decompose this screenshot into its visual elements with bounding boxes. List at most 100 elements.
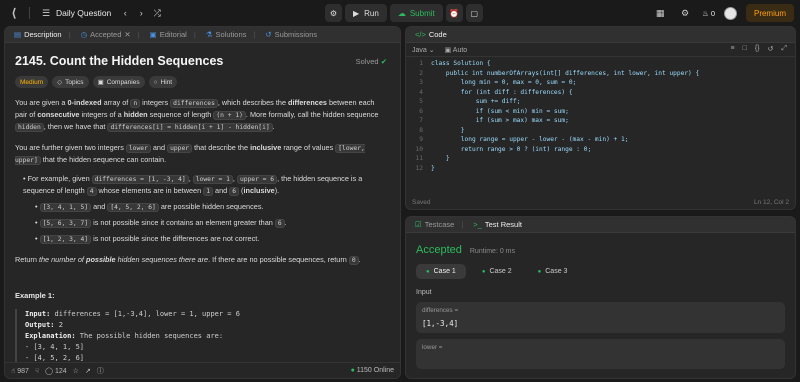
comments-button[interactable]: ◯ 124 [45,367,66,375]
line-number: 2 [419,69,423,77]
code-text: public int numberOfArrays(int[] differen… [431,69,700,77]
solved-status: Solved ✔ [356,57,387,66]
case-tab-2[interactable]: ● Case 2 [472,264,522,279]
topics-chip[interactable]: ◇ Topics [52,76,89,88]
case-tab-3[interactable]: ● Case 3 [528,264,578,279]
line-number: 7 [419,117,423,124]
code-line[interactable]: 12} [406,164,795,174]
braces-icon[interactable]: {} [755,45,760,53]
example-bullets: • For example, given differences = [1, -… [23,173,387,245]
run-controls: ⚙ ▶ Run ☁ Submit ⏰ ▢ [325,4,483,22]
bug-icon: ⚙ [329,8,338,18]
tab-solutions[interactable]: ⚗ Solutions | [201,27,261,43]
leetcode-logo-icon[interactable]: ⟨ [7,6,21,20]
run-button[interactable]: ▶ Run [345,4,387,22]
tab-testcase[interactable]: ☑ Testcase | [410,217,468,233]
reset-icon[interactable]: ↺ [768,45,774,53]
avatar[interactable] [723,6,737,20]
divider [29,7,30,19]
line-number: 3 [419,79,423,86]
like-button[interactable]: ☝ 987 [11,367,29,375]
premium-button[interactable]: Premium [745,4,794,22]
settings-icon[interactable]: ⚙ [677,8,693,19]
divider: | [137,30,140,39]
bookmark-icon[interactable]: □ [743,45,747,53]
next-problem-icon[interactable]: › [133,8,149,18]
code-line[interactable]: 4 for (int diff : differences) { [406,88,795,98]
case-tab-1[interactable]: ● Case 1 [416,264,466,279]
code-line[interactable]: 11 } [406,154,795,164]
tab-label: Test Result [484,220,522,229]
language-select[interactable]: Java ⌄ [412,46,435,54]
debug-button[interactable]: ⚙ [325,4,342,22]
code-line[interactable]: 5 sum += diff; [406,97,795,107]
online-dot-icon: ● [350,367,355,374]
code-line[interactable]: 8 } [406,126,795,136]
help-icon[interactable]: ⓘ [97,366,104,376]
divider: | [461,220,464,229]
tab-description[interactable]: ▤ Description | [9,27,76,43]
layout-icon[interactable]: ▦ [652,8,668,19]
tab-editorial[interactable]: ▣ Editorial | [145,27,201,43]
lock-icon: ▣ [444,46,452,54]
share-icon[interactable]: ↗ [85,367,91,375]
problem-list-icon[interactable]: ☰ [38,8,54,19]
format-icon[interactable]: ≡ [731,45,735,53]
clock-icon: ◷ [80,30,88,39]
problem-list-title[interactable]: Daily Question [56,8,111,18]
streak-counter[interactable]: ♨ 0 [702,9,715,18]
param-box-differences: differences = [1,-3,4] [416,302,785,333]
tab-label: Solutions [215,30,247,39]
code-text: } [431,155,450,162]
dislike-icon[interactable]: ☟ [35,367,39,375]
test-panel: ☑ Testcase | >_ Test Result Accepted Run… [405,216,796,379]
code-text: if (sum > max) max = sum; [431,117,569,124]
companies-chip[interactable]: ▣ Companies [92,76,145,88]
expand-icon[interactable]: ⤢ [781,45,787,53]
online-label: 1150 Online [356,367,394,374]
code-line[interactable]: 6 if (sum < min) min = sum; [406,107,795,117]
description-footer: ☝ 987 ☟ ◯ 124 ☆ ↗ ⓘ ● 1150 Online [5,362,400,378]
lock-icon: ▣ [97,79,104,86]
tab-submissions[interactable]: ↺ Submissions [260,27,322,43]
timer-button[interactable]: ⏰ [445,4,463,22]
line-number: 5 [419,98,423,105]
star-icon[interactable]: ☆ [73,367,79,375]
test-tabbar: ☑ Testcase | >_ Test Result [406,217,795,233]
shuffle-icon[interactable]: ⤮ [149,8,165,19]
code-line[interactable]: 10 return range > 0 ? (int) range : 0; [406,145,795,155]
code-text: class Solution { [431,60,491,67]
code-line[interactable]: 3 long min = 0, max = 0, sum = 0; [406,78,795,88]
auto-toggle[interactable]: ▣ Auto [445,46,468,54]
prev-problem-icon[interactable]: ‹ [117,8,133,18]
account-controls: ▦ ⚙ ♨ 0 Premium [652,4,794,22]
status-badge: Accepted [416,244,462,256]
close-icon[interactable]: ✕ [124,30,130,39]
code-editor[interactable]: 1 class Solution {2 public int numberOfAr… [406,59,795,189]
tab-accepted[interactable]: ◷ Accepted ✕ | [76,27,145,43]
play-icon: ▶ [353,8,360,18]
problem-title[interactable]: 2145. Count the Hidden Sequences [15,54,223,68]
submit-label: Submit [409,8,435,18]
thumbs-up-icon: ☝ [11,367,16,375]
hint-chip[interactable]: ○ Hint [148,76,178,88]
companies-label: Companies [106,78,140,86]
code-line[interactable]: 1 class Solution { [406,59,795,69]
tab-code[interactable]: </> Code [410,27,452,43]
param-box-lower: lower = [416,339,785,369]
check-circle-icon: ✔ [380,56,387,66]
terminal-icon: >_ [473,220,482,229]
tag-icon: ◇ [57,79,63,86]
code-line[interactable]: 7 if (sum > max) max = sum; [406,116,795,126]
streak-count: 0 [710,8,715,18]
saved-status: Saved [412,198,431,206]
solved-label: Solved [355,56,379,66]
code-text: } [431,164,435,172]
code-text: long range = upper - lower - (max - min)… [431,136,629,143]
line-number: 9 [419,136,423,143]
code-line[interactable]: 2 public int numberOfArrays(int[] differ… [406,69,795,79]
tab-test-result[interactable]: >_ Test Result [468,217,527,233]
code-line[interactable]: 9 long range = upper - lower - (max - mi… [406,135,795,145]
notes-button[interactable]: ▢ [465,4,483,22]
submit-button[interactable]: ☁ Submit [389,4,443,22]
